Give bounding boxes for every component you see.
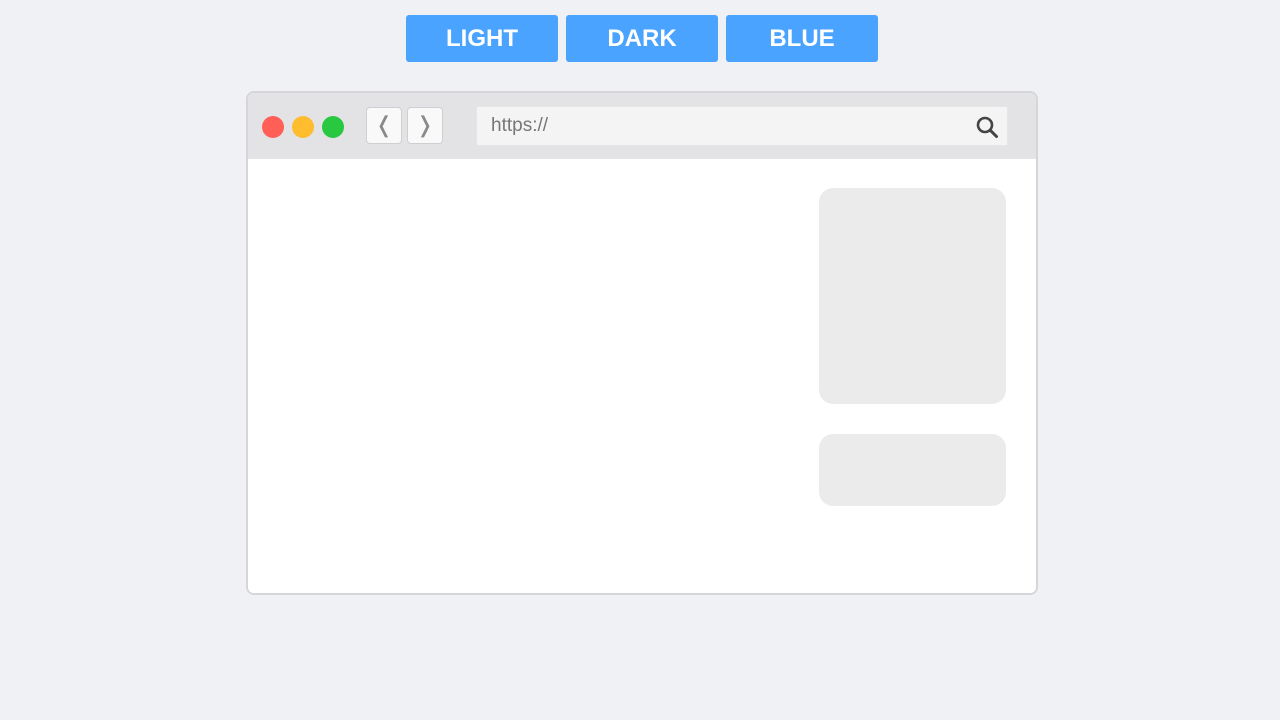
maximize-window-button[interactable] (322, 116, 344, 138)
chevron-right-icon: ❭ (415, 113, 435, 138)
search-icon[interactable] (975, 115, 999, 139)
chevron-left-icon: ❬ (374, 113, 394, 138)
minimize-window-button[interactable] (292, 116, 314, 138)
address-bar (476, 106, 1008, 146)
browser-window: ❬ ❭ (246, 91, 1038, 595)
browser-content (248, 159, 1036, 593)
browser-toolbar: ❬ ❭ (248, 93, 1036, 159)
forward-button[interactable]: ❭ (407, 107, 443, 144)
theme-switcher: LIGHT DARK BLUE (406, 15, 878, 62)
dark-theme-button[interactable]: DARK (566, 15, 718, 62)
url-input[interactable] (491, 107, 961, 145)
back-button[interactable]: ❬ (366, 107, 402, 144)
blue-theme-button[interactable]: BLUE (726, 15, 878, 62)
sidebar-card-small (819, 434, 1006, 506)
close-window-button[interactable] (262, 116, 284, 138)
sidebar-card-large (819, 188, 1006, 404)
light-theme-button[interactable]: LIGHT (406, 15, 558, 62)
